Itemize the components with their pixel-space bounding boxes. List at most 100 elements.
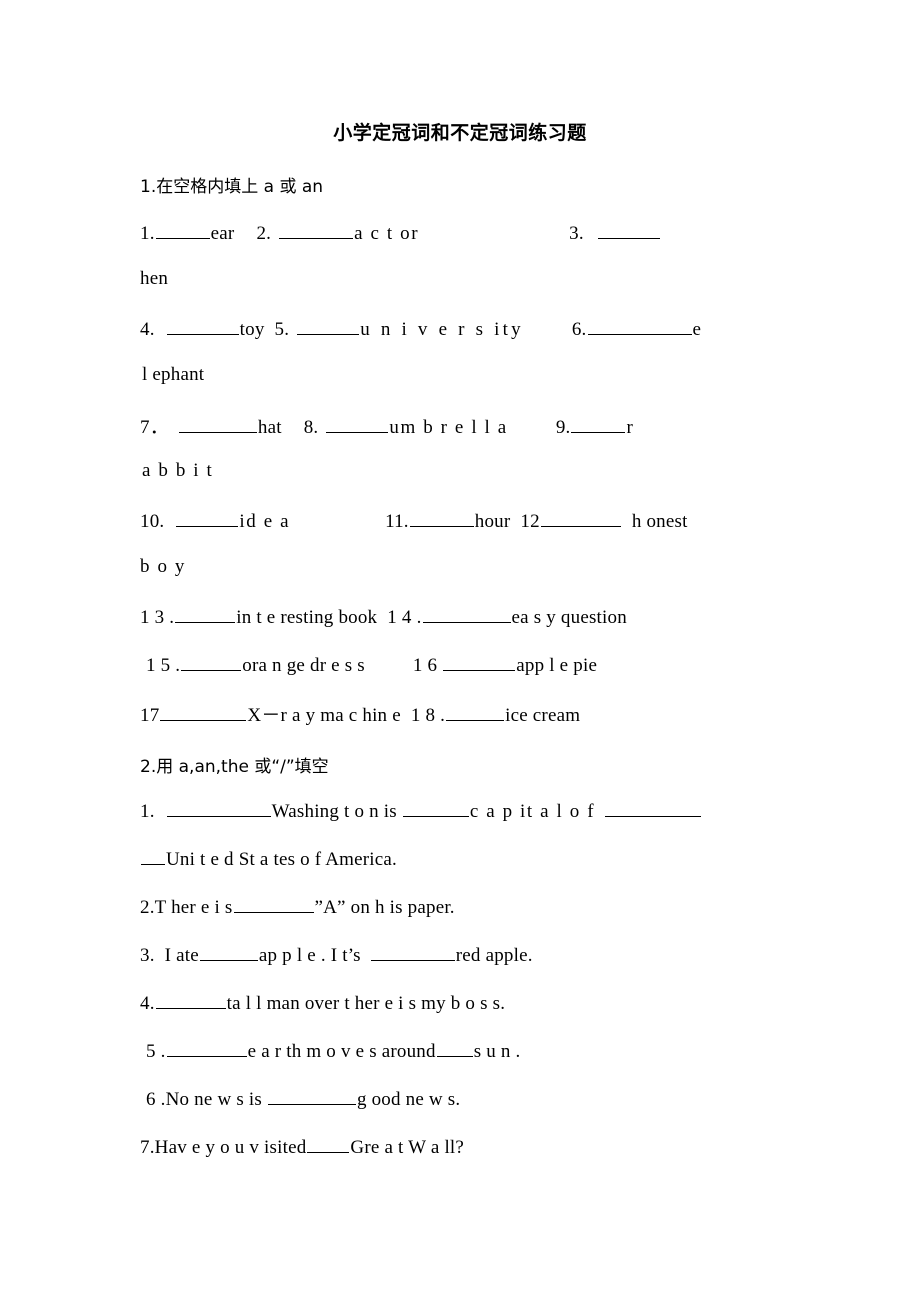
section2-question-4: 4. ta l l man over t her e i s my b o s s… <box>140 990 505 1015</box>
item-8-blank[interactable] <box>326 414 389 433</box>
item-1-number: 1. <box>140 223 155 245</box>
item-5-blank[interactable] <box>297 316 360 336</box>
item-11-number: 11. <box>385 511 409 533</box>
item-14-word: ea s y question <box>511 607 627 629</box>
q3-blank-1[interactable] <box>199 942 258 962</box>
item-9-word-a: r <box>626 417 633 438</box>
q7-text-a: Hav e y o u v isited <box>154 1137 307 1159</box>
q1-text-a: Washing t o n is <box>271 801 397 823</box>
section2-question-6: 6 .No ne w s is g ood ne w s. <box>146 1086 460 1111</box>
q5-blank-2[interactable] <box>436 1038 473 1058</box>
q5-blank-1[interactable] <box>166 1038 247 1058</box>
item-10-blank[interactable] <box>176 508 239 528</box>
item-6-blank[interactable] <box>587 316 692 336</box>
q5-text-a: e a r th m o v e s around <box>247 1041 436 1063</box>
q3-number: 3. <box>140 945 155 967</box>
q4-text-a: ta l l man over t her e i s my b o s s. <box>226 993 506 1015</box>
exercise-line-1: 1. ear 2. a c t or 3. <box>140 220 661 245</box>
item-2-blank[interactable] <box>279 220 354 240</box>
item-9-number: 9. <box>555 417 571 438</box>
item-1-blank[interactable] <box>155 220 210 240</box>
item-3-blank[interactable] <box>597 220 660 240</box>
section-2-heading: 2.用 a,an,the 或“/”填空 <box>140 752 329 777</box>
item-16-blank[interactable] <box>443 652 516 672</box>
item-9-blank[interactable] <box>571 414 626 433</box>
item-4-number: 4. <box>140 319 155 341</box>
item-17-word: X－r a y ma c hin e <box>247 705 401 726</box>
item-14-blank[interactable] <box>422 604 511 624</box>
q1-blank-2[interactable] <box>402 798 469 818</box>
exercise-line-5: 1 3 . in t e resting book 1 4 . ea s y ques… <box>140 604 627 629</box>
item-7-word: hat <box>257 417 282 438</box>
section-1-heading-text: 1.在空格内填上 a 或 an <box>140 177 324 197</box>
item-7-blank[interactable] <box>178 414 257 433</box>
item-6-word-b: l ephant <box>142 364 205 385</box>
item-12-word-a: h onest <box>631 511 688 533</box>
q6-blank-1[interactable] <box>267 1086 356 1106</box>
exercise-line-1-wrap: hen <box>140 268 168 290</box>
item-8-number: 8. <box>303 417 319 438</box>
section2-question-5: 5 . e a r th m o v e s around s u n . <box>146 1038 521 1063</box>
item-14-number: 1 4 . <box>387 607 422 629</box>
exercise-line-6: 1 5 . ora n ge dr e s s 1 6 app l e pie <box>146 652 597 677</box>
q2-number: 2. <box>140 897 155 919</box>
worksheet-page: 小学定冠词和不定冠词练习题 1.在空格内填上 a 或 an 1. ear 2. a c… <box>0 0 920 1302</box>
item-13-number: 1 3 . <box>140 607 175 629</box>
q2-text-a: T her e i s <box>154 897 233 919</box>
q6-text-b: g ood ne w s. <box>356 1089 461 1111</box>
item-4-word: toy <box>239 319 265 341</box>
item-15-blank[interactable] <box>181 652 242 672</box>
item-10-number: 10. <box>140 511 165 533</box>
item-12-blank[interactable] <box>540 508 621 528</box>
page-title: 小学定冠词和不定冠词练习题 <box>333 122 587 144</box>
q3-text-c: red apple. <box>455 945 533 967</box>
exercise-line-2: 4. toy 5. u n i v e r s ity 6. e <box>140 316 701 341</box>
item-1-word: ear <box>210 223 235 245</box>
q2-blank-1[interactable] <box>233 894 314 914</box>
q1-blank-3-cont[interactable] <box>141 846 165 866</box>
q4-blank-1[interactable] <box>155 990 226 1010</box>
q1-blank-1[interactable] <box>166 798 271 818</box>
item-2-number: 2. <box>256 223 272 245</box>
exercise-line-4: 10. id e a 11. hour 12 h onest <box>140 508 688 533</box>
item-11-word: hour <box>474 511 511 533</box>
item-5-number: 5. <box>274 319 290 341</box>
item-6-number: 6. <box>571 319 587 341</box>
q2-text-b: ”A” on h is paper. <box>314 897 455 919</box>
q1-text-c: Uni t e d St a tes o f America. <box>166 849 397 871</box>
item-15-word: ora n ge dr e s s <box>242 655 365 677</box>
item-4-blank[interactable] <box>166 316 239 336</box>
item-18-number: 1 8 . <box>410 705 446 726</box>
q4-number: 4. <box>140 993 155 1015</box>
exercise-line-4-wrap: b o y <box>140 556 186 578</box>
item-3-number: 3. <box>569 223 584 245</box>
q5-text-b: s u n . <box>473 1041 521 1063</box>
section2-question-3: 3. I ate ap p l e . I t’s red apple. <box>140 942 533 967</box>
section-2-heading-text: 2.用 a,an,the 或“/”填空 <box>140 757 329 777</box>
section2-question-7: 7.Hav e y o u v isited Gre a t W a ll? <box>140 1134 464 1159</box>
q5-number: 5 . <box>146 1041 166 1063</box>
item-18-blank[interactable] <box>446 702 505 721</box>
item-17-blank[interactable] <box>160 702 247 721</box>
item-12-word-b: b o y <box>140 556 186 577</box>
item-7-number: 7． <box>140 417 169 438</box>
item-2-word: a c t or <box>354 223 420 245</box>
item-13-word: in t e resting book <box>236 607 378 629</box>
q7-blank-1[interactable] <box>307 1134 350 1154</box>
q3-blank-2[interactable] <box>370 942 455 962</box>
item-17-number: 17 <box>140 705 160 726</box>
q1-blank-3[interactable] <box>605 798 702 818</box>
q1-text-b: c a p it a l o f <box>469 801 596 823</box>
item-13-blank[interactable] <box>175 604 236 624</box>
q6-text-a: No ne w s is <box>165 1089 262 1111</box>
section2-question-2: 2.T her e i s ”A” on h is paper. <box>140 894 455 919</box>
item-10-word: id e a <box>239 511 291 533</box>
item-18-word: ice cream <box>505 705 581 726</box>
item-6-word-a: e <box>692 319 702 341</box>
q1-number: 1. <box>140 801 155 823</box>
q7-number: 7. <box>140 1137 155 1159</box>
item-12-number: 12 <box>520 511 540 533</box>
item-11-blank[interactable] <box>409 508 474 528</box>
section2-question-1: 1. Washing t o n is c a p it a l o f <box>140 798 702 823</box>
item-3-word: hen <box>140 268 169 289</box>
